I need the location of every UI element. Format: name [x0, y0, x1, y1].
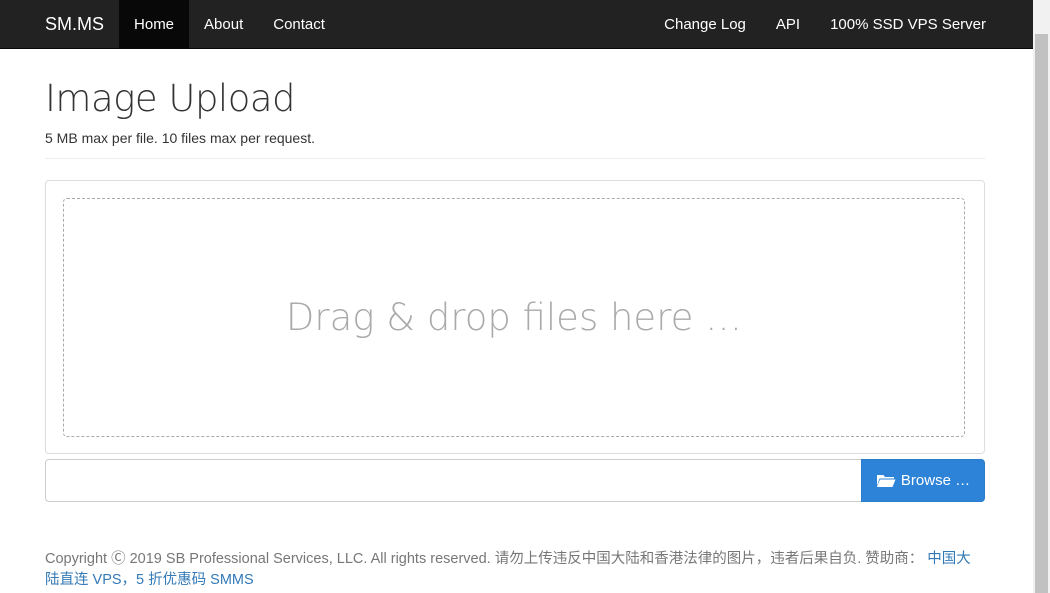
file-input-group: Browse …	[45, 458, 985, 502]
browse-button-label: Browse …	[900, 471, 971, 489]
nav-vps-link[interactable]: 100% SSD VPS Server	[815, 0, 1001, 48]
page-scrollbar-thumb[interactable]	[1035, 34, 1048, 593]
browse-button[interactable]: Browse …	[861, 458, 985, 502]
brand-logo[interactable]: SM.MS	[0, 0, 119, 48]
main-container: Image Upload 5 MB max per file. 10 files…	[45, 49, 985, 591]
footer-copyright: Copyright Ⓒ 2019 SB Professional Service…	[45, 550, 928, 567]
nav-right-menu: Change Log API 100% SSD VPS Server	[649, 0, 1033, 48]
nav-changelog-link[interactable]: Change Log	[649, 0, 761, 48]
folder-open-icon	[876, 473, 896, 488]
nav-about-link[interactable]: About	[189, 0, 258, 48]
file-drop-zone[interactable]: Drag & drop files here …	[63, 197, 965, 437]
nav-home-link[interactable]: Home	[119, 0, 190, 48]
nav-left-menu: Home About Contact	[119, 0, 340, 48]
file-caption-input[interactable]	[45, 458, 861, 502]
footer: Copyright Ⓒ 2019 SB Professional Service…	[45, 549, 985, 591]
upload-panel: Drag & drop files here …	[45, 179, 985, 454]
top-navbar: SM.MS Home About Contact Change Log API …	[0, 0, 1033, 49]
drop-zone-text: Drag & drop files here …	[285, 295, 743, 339]
upload-limits-text: 5 MB max per file. 10 files max per requ…	[45, 129, 315, 146]
nav-contact-link[interactable]: Contact	[258, 0, 340, 48]
page-title: Image Upload	[45, 77, 296, 120]
nav-api-link[interactable]: API	[761, 0, 815, 48]
page-header: Image Upload 5 MB max per file. 10 files…	[45, 77, 985, 159]
